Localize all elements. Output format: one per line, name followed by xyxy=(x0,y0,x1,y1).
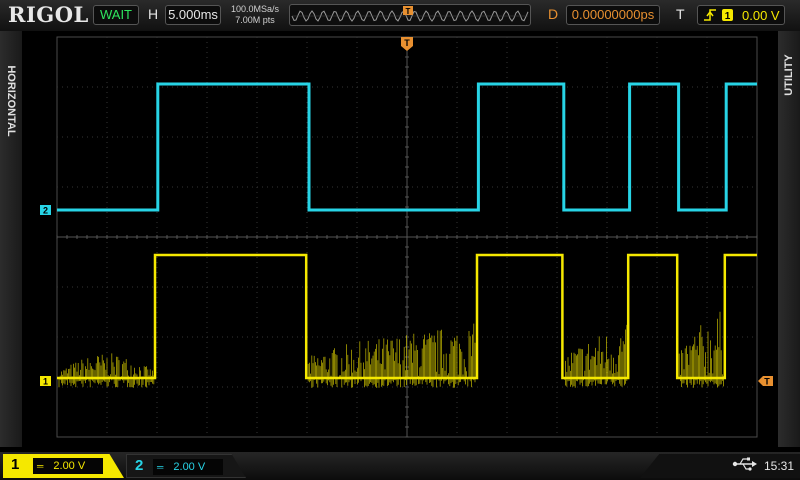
memory-depth: 7.00M pts xyxy=(235,15,275,25)
ch2-ground-marker[interactable]: 2 xyxy=(40,205,51,216)
trigger-position-marker[interactable]: T xyxy=(401,37,413,51)
trigger-settings[interactable]: 1 0.00 V xyxy=(697,5,785,25)
waveform-display[interactable]: 2 1 T T xyxy=(0,31,800,452)
ch1-status-tab[interactable]: 1 ═ 2.00 V xyxy=(3,454,124,478)
ch2-scale: 2.00 V xyxy=(173,461,206,473)
ch2-marker-label: 2 xyxy=(43,206,48,216)
usb-icon xyxy=(732,457,757,471)
delay-value[interactable]: 0.00000000ps xyxy=(566,5,660,25)
trigger-level-letter: T xyxy=(764,377,770,387)
run-status-badge[interactable]: WAIT xyxy=(93,5,139,25)
ch1-ground-marker[interactable]: 1 xyxy=(40,376,51,387)
ch2-scale-box: ═ 2.00 V xyxy=(153,459,223,475)
top-status-bar: RIGOL WAIT H 5.000ms 100.0MSa/s 7.00M pt… xyxy=(0,0,800,31)
horizontal-label: H xyxy=(148,6,159,22)
ch2-coupling-icon: ═ xyxy=(157,462,164,472)
memory-trigger-letter: T xyxy=(406,7,411,16)
ch1-number: 1 xyxy=(11,456,20,473)
brand-logo: RIGOL xyxy=(8,2,89,27)
sample-info: 100.0MSa/s 7.00M pts xyxy=(226,4,284,26)
clock: 15:31 xyxy=(764,459,795,473)
ch1-marker-label: 1 xyxy=(43,377,48,387)
timebase-value[interactable]: 5.000ms xyxy=(165,5,221,25)
channel-status-bar: 1 ═ 2.00 V 2 ═ 2.00 V xyxy=(0,452,800,480)
trigger-position-letter: T xyxy=(404,38,410,48)
trigger-label: T xyxy=(676,6,685,22)
ch1-scale-box: ═ 2.00 V xyxy=(33,458,103,474)
ch2-number: 2 xyxy=(135,457,144,474)
sample-rate: 100.0MSa/s xyxy=(230,4,280,14)
ch2-status-tab[interactable]: 2 ═ 2.00 V xyxy=(126,454,246,478)
ch1-coupling-icon: ═ xyxy=(37,461,44,471)
trigger-level: 0.00 V xyxy=(742,8,780,23)
memory-waveform-preview: T xyxy=(291,6,529,22)
memory-position-bar[interactable]: T xyxy=(289,4,531,26)
trigger-source: 1 xyxy=(725,11,731,22)
ch1-scale: 2.00 V xyxy=(53,460,86,472)
rising-edge-icon xyxy=(704,9,716,21)
trigger-level-marker[interactable]: T xyxy=(758,376,773,387)
delay-label: D xyxy=(548,6,559,22)
